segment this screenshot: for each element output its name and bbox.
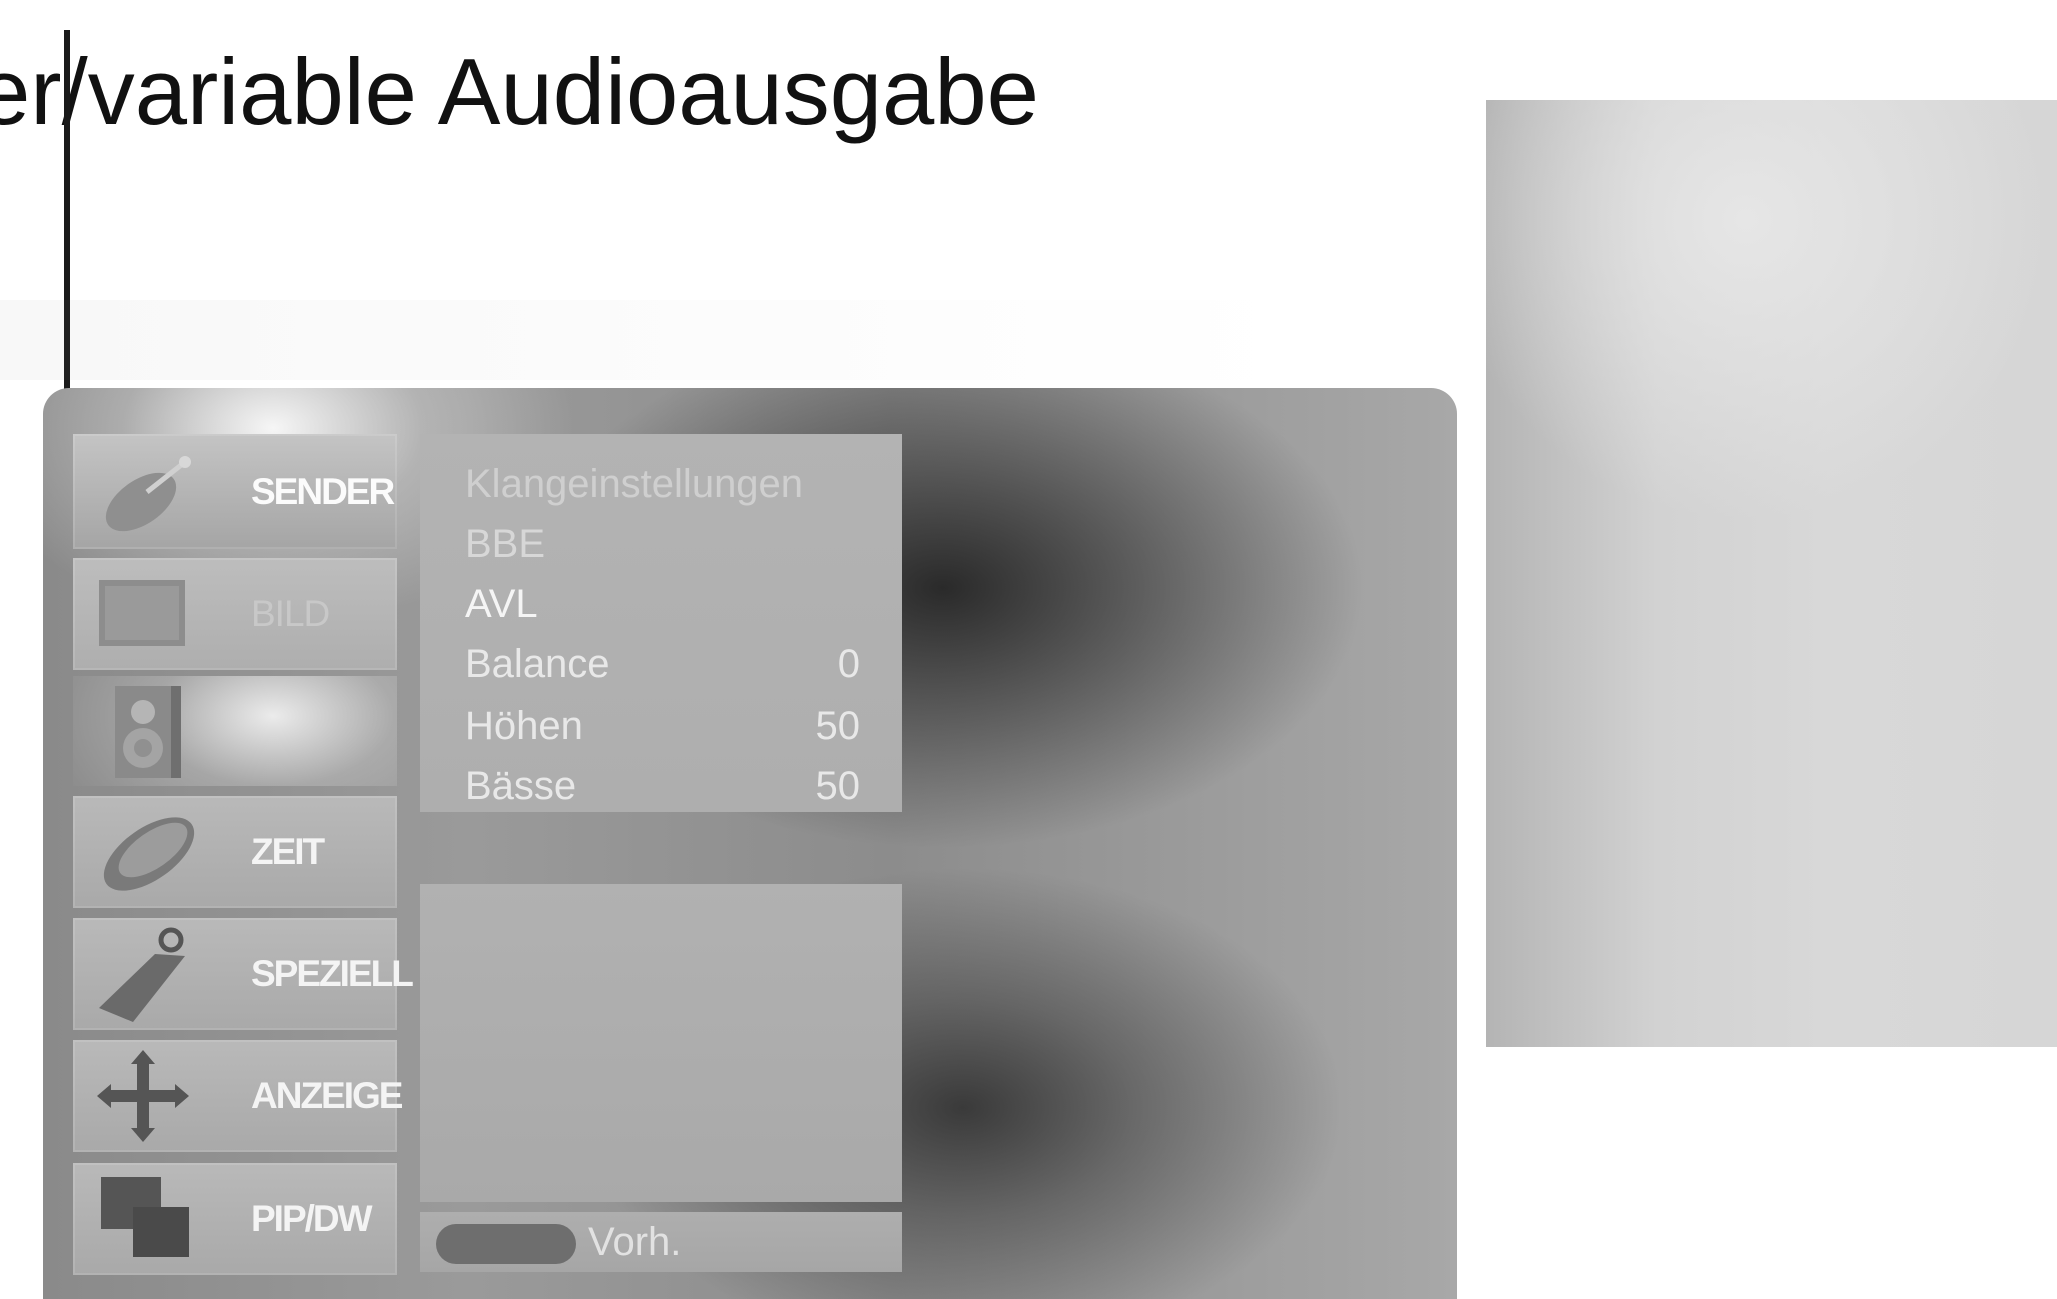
submenu-item-hoehen[interactable]: Höhen 50 <box>465 704 860 760</box>
item-label: Balance <box>465 642 610 686</box>
info-panel <box>420 884 902 1202</box>
sound-settings-submenu: Klangeinstellungen BBE AVL Balance 0 Höh… <box>420 434 902 812</box>
menu-tab-speziell[interactable]: SPEZIELL <box>73 918 414 1030</box>
manual-page: er/variable Audioausgabe SENDER BILD ZEI… <box>0 0 2057 1299</box>
submenu-item-balance[interactable]: Balance 0 <box>465 642 860 698</box>
menu-tab-sender[interactable]: SENDER <box>73 434 397 549</box>
clock-disc-icon <box>103 817 195 891</box>
submenu-item-baesse[interactable]: Bässe 50 <box>465 764 860 820</box>
pip-screens-icon <box>101 1177 189 1257</box>
section-heading: er/variable Audioausgabe <box>0 39 1039 144</box>
item-label: BBE <box>465 522 546 566</box>
submenu-item-bbe[interactable]: BBE <box>465 522 860 578</box>
menu-tab-label: BILD <box>251 593 330 634</box>
menu-tab-ton-active[interactable] <box>73 676 397 786</box>
menu-tab-label: PIP/DW <box>251 1198 373 1239</box>
speaker-icon <box>115 686 181 778</box>
screen-icon <box>99 580 185 646</box>
item-label: AVL <box>465 582 538 626</box>
faded-background-text <box>0 300 1300 380</box>
menu-tab-label: ZEIT <box>251 831 325 872</box>
hint-label: Vorh. <box>588 1220 682 1264</box>
tv-osd-menu: SENDER BILD ZEIT SPEZIELL ANZEIGE PIP/DW… <box>43 388 1457 1299</box>
item-value: 50 <box>815 764 861 808</box>
key-tag-icon <box>99 927 185 1022</box>
menu-tab-bild[interactable]: BILD <box>73 558 397 670</box>
hint-bar: Vorh. <box>420 1212 902 1272</box>
submenu-item-avl[interactable]: AVL <box>465 582 860 638</box>
menu-tab-label: SPEZIELL <box>251 953 414 994</box>
menu-tab-anzeige[interactable]: ANZEIGE <box>73 1040 403 1152</box>
side-gradient-panel <box>1486 100 2057 1047</box>
item-label: Höhen <box>465 704 583 748</box>
menu-tab-pipdw[interactable]: PIP/DW <box>73 1163 397 1275</box>
submenu-title: Klangeinstellungen <box>465 462 804 506</box>
satellite-dish-icon <box>105 455 191 531</box>
menu-tab-label: SENDER <box>251 470 395 512</box>
move-arrows-icon <box>97 1050 189 1142</box>
item-value: 50 <box>815 704 861 748</box>
item-value: 0 <box>837 642 860 686</box>
menu-tab-zeit[interactable]: ZEIT <box>73 796 397 908</box>
item-label: Bässe <box>465 764 577 808</box>
menu-tab-label: ANZEIGE <box>251 1075 403 1116</box>
color-key-button[interactable] <box>436 1224 576 1264</box>
